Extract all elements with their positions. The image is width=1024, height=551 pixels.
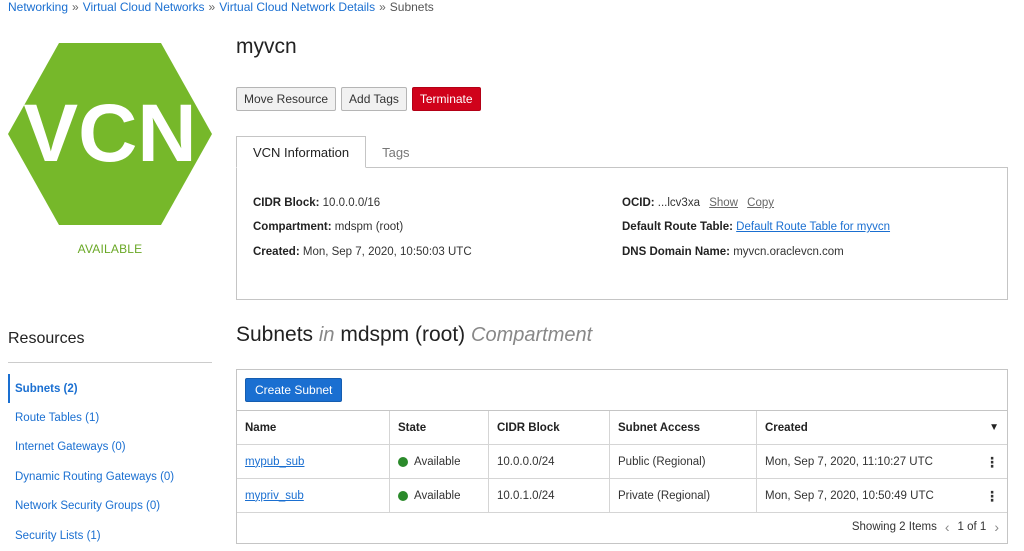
subnet-state: Available <box>414 455 461 468</box>
subnets-title-main: Subnets <box>236 323 314 346</box>
compartment-value: mdspm (root) <box>334 221 404 233</box>
ocid-show-link[interactable]: Show <box>709 197 738 209</box>
resources-nav: Subnets (2) Route Tables (1) Internet Ga… <box>8 374 212 550</box>
breadcrumb-separator: » <box>72 0 79 14</box>
breadcrumb-virtual-cloud-networks[interactable]: Virtual Cloud Networks <box>83 0 205 14</box>
created-value: Mon, Sep 7, 2020, 10:50:03 UTC <box>302 246 472 258</box>
cell-name: mypriv_sub <box>237 479 390 512</box>
resource-item-network-security-groups[interactable]: Network Security Groups (0) <box>8 492 212 521</box>
resource-item-internet-gateways[interactable]: Internet Gateways (0) <box>8 433 212 462</box>
tab-vcn-information[interactable]: VCN Information <box>236 136 367 168</box>
subnets-section-title: Subnets in mdspm (root) Compartment <box>236 323 592 347</box>
ocid-label: OCID: <box>622 197 655 209</box>
route-table-link[interactable]: Default Route Table for myvcn <box>736 221 890 233</box>
previous-page-icon[interactable]: ‹ <box>945 519 950 535</box>
terminate-button[interactable]: Terminate <box>411 87 481 111</box>
subnet-created: Mon, Sep 7, 2020, 10:50:49 UTC <box>765 489 934 502</box>
resource-item-subnets[interactable]: Subnets (2) <box>8 374 212 404</box>
cell-created: Mon, Sep 7, 2020, 10:50:49 UTC ⋮ <box>757 479 1007 512</box>
subnet-access: Private (Regional) <box>610 479 757 512</box>
action-bar: Move Resource Add Tags Terminate <box>236 87 481 111</box>
resource-item-route-tables[interactable]: Route Tables (1) <box>8 403 212 432</box>
column-header-created[interactable]: Created ▼ <box>757 411 1007 444</box>
ocid-value: ...lcv3xa <box>657 197 700 209</box>
cidr-block-value: 10.0.0.0/16 <box>322 197 381 209</box>
resource-item-security-lists[interactable]: Security Lists (1) <box>8 521 212 550</box>
dns-row: DNS Domain Name: myvcn.oraclevcn.com <box>622 246 844 258</box>
column-header-access[interactable]: Subnet Access <box>610 411 757 444</box>
dns-value: myvcn.oraclevcn.com <box>733 246 844 258</box>
ocid-row: OCID: ...lcv3xa Show Copy <box>622 197 774 209</box>
breadcrumb-separator: » <box>208 0 216 14</box>
subnet-created: Mon, Sep 7, 2020, 11:10:27 UTC <box>765 455 933 468</box>
subnets-title-in: in <box>318 324 335 346</box>
resources-title: Resources <box>8 330 85 347</box>
subnet-state: Available <box>414 489 461 502</box>
subnet-cidr: 10.0.0.0/24 <box>489 445 610 478</box>
breadcrumb: Networking» Virtual Cloud Networks» Virtua… <box>8 0 434 14</box>
subnet-access: Public (Regional) <box>610 445 757 478</box>
resource-item-dynamic-routing-gateways[interactable]: Dynamic Routing Gateways (0) <box>8 462 212 491</box>
created-label: Created: <box>253 246 300 258</box>
subnets-title-compartment: mdspm (root) <box>340 323 466 346</box>
subnets-table: Name State CIDR Block Subnet Access Crea… <box>237 410 1007 513</box>
compartment-row: Compartment: mdspm (root) <box>253 221 403 233</box>
vcn-badge-text: VCN <box>23 88 196 179</box>
subnets-title-suffix: Compartment <box>471 324 593 346</box>
sort-caret-down-icon[interactable]: ▼ <box>989 422 999 433</box>
lifecycle-status: AVAILABLE <box>77 242 143 256</box>
cell-state: Available <box>390 445 489 478</box>
subnets-table-card: Create Subnet Name State CIDR Block Subn… <box>236 369 1008 544</box>
showing-items-count: Showing 2 Items <box>851 521 937 533</box>
subnet-cidr: 10.0.1.0/24 <box>489 479 610 512</box>
breadcrumb-current: Subnets <box>389 0 434 14</box>
page-indicator: 1 of 1 <box>957 521 987 533</box>
breadcrumb-networking[interactable]: Networking <box>8 0 68 14</box>
row-actions-kebab-icon[interactable]: ⋮ <box>985 455 999 469</box>
table-row: mypriv_sub Available 10.0.1.0/24 Private… <box>237 479 1007 513</box>
create-subnet-button[interactable]: Create Subnet <box>245 378 343 402</box>
page-title: myvcn <box>236 35 297 58</box>
column-header-created-label: Created <box>765 421 808 434</box>
cidr-block-label: CIDR Block: <box>253 197 320 209</box>
column-header-name[interactable]: Name <box>237 411 390 444</box>
cidr-block-row: CIDR Block: 10.0.0.0/16 <box>253 197 380 209</box>
subnet-name-link[interactable]: mypriv_sub <box>245 490 304 502</box>
row-actions-kebab-icon[interactable]: ⋮ <box>985 489 999 503</box>
route-table-label: Default Route Table: <box>622 221 733 233</box>
next-page-icon[interactable]: › <box>994 519 999 535</box>
breadcrumb-vcn-details[interactable]: Virtual Cloud Network Details <box>219 0 375 14</box>
table-row: mypub_sub Available 10.0.0.0/24 Public (… <box>237 445 1007 479</box>
cell-name: mypub_sub <box>237 445 390 478</box>
cell-state: Available <box>390 479 489 512</box>
tab-tags[interactable]: Tags <box>366 136 425 168</box>
subnet-name-link[interactable]: mypub_sub <box>245 456 304 468</box>
add-tags-button[interactable]: Add Tags <box>341 87 407 111</box>
cell-created: Mon, Sep 7, 2020, 11:10:27 UTC ⋮ <box>757 445 1007 478</box>
status-dot-icon <box>398 456 408 467</box>
detail-tabs: VCN Information Tags <box>236 136 426 168</box>
compartment-label: Compartment: <box>253 221 332 233</box>
status-dot-icon <box>398 490 408 501</box>
table-footer: Showing 2 Items ‹ 1 of 1 › <box>852 519 999 535</box>
move-resource-button[interactable]: Move Resource <box>236 87 337 111</box>
vcn-hexagon-icon: VCN <box>8 43 212 225</box>
route-table-row: Default Route Table: Default Route Table… <box>622 221 890 233</box>
dns-label: DNS Domain Name: <box>622 246 730 258</box>
created-row: Created: Mon, Sep 7, 2020, 10:50:03 UTC <box>253 246 472 258</box>
ocid-copy-link[interactable]: Copy <box>747 197 774 209</box>
column-header-state[interactable]: State <box>390 411 489 444</box>
breadcrumb-separator: » <box>379 0 386 14</box>
table-header-row: Name State CIDR Block Subnet Access Crea… <box>237 411 1007 445</box>
divider <box>8 362 212 363</box>
column-header-cidr[interactable]: CIDR Block <box>489 411 610 444</box>
vcn-info-panel: CIDR Block: 10.0.0.0/16 Compartment: mds… <box>236 167 1008 300</box>
